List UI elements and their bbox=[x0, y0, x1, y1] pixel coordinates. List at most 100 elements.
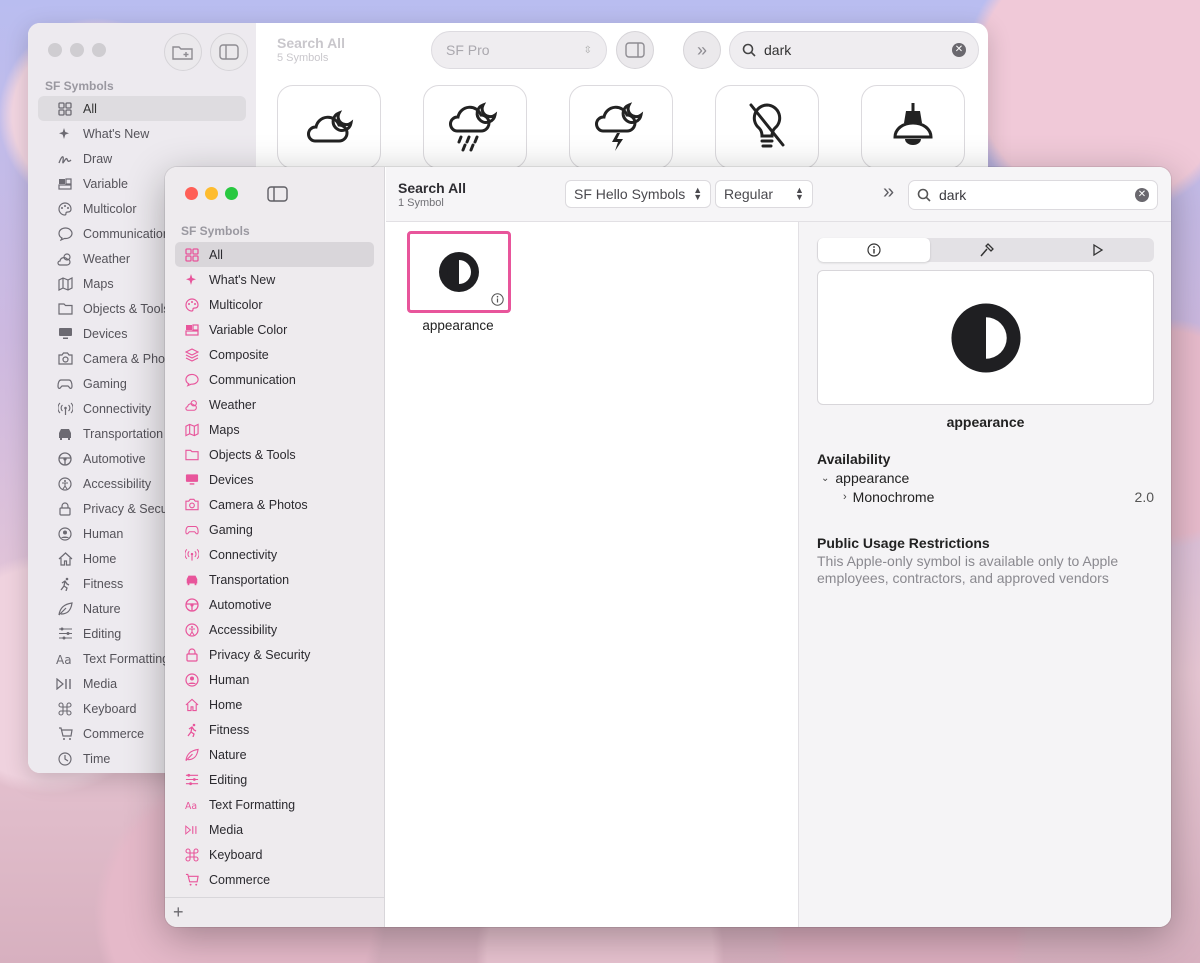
sidebar-item-objects-tools[interactable]: Objects & Tools bbox=[175, 442, 374, 467]
sidebar-item-automotive[interactable]: Automotive bbox=[175, 592, 374, 617]
lock-icon bbox=[185, 647, 199, 662]
sidebar-item-devices[interactable]: Devices bbox=[175, 467, 374, 492]
selected-symbol-tile[interactable] bbox=[407, 231, 511, 313]
tab-animation[interactable] bbox=[1042, 238, 1154, 262]
sidebar-item-what-s-new[interactable]: What's New bbox=[175, 267, 374, 292]
back-close-button[interactable] bbox=[48, 43, 62, 57]
sidebar-item-home[interactable]: Home bbox=[175, 692, 374, 717]
sidebar-item-communication[interactable]: Communication bbox=[175, 367, 374, 392]
sidebar-item-label: Devices bbox=[209, 472, 254, 487]
sidebar-item-keyboard[interactable]: Keyboard bbox=[175, 842, 374, 867]
clear-search-icon[interactable]: ✕ bbox=[1135, 188, 1149, 202]
back-inspector-toggle-button[interactable] bbox=[616, 31, 654, 69]
display-icon bbox=[185, 473, 199, 486]
tab-tools[interactable] bbox=[931, 238, 1043, 262]
font-select[interactable]: SF Hello Symbols ▲ ▼ bbox=[565, 180, 712, 208]
new-collection-button[interactable] bbox=[164, 33, 202, 71]
sidebar-item-gaming[interactable]: Gaming bbox=[175, 517, 374, 542]
back-font-select[interactable]: SF Pro ⇳ bbox=[431, 31, 607, 69]
sidebar-item-composite[interactable]: Composite bbox=[175, 342, 374, 367]
sidebar-item-label: Media bbox=[83, 676, 118, 691]
toggle-sidebar-button[interactable] bbox=[267, 186, 288, 202]
info-icon bbox=[867, 243, 881, 257]
car-icon bbox=[55, 427, 75, 440]
lamp-ceiling-icon bbox=[891, 101, 935, 153]
sidebar-item-connectivity[interactable]: Connectivity bbox=[175, 542, 374, 567]
sparkles-icon bbox=[55, 127, 75, 141]
availability-item[interactable]: ⌄ appearance bbox=[821, 470, 909, 486]
scribble-icon bbox=[55, 152, 75, 166]
search-icon bbox=[742, 43, 756, 57]
sidebar-item-label: Nature bbox=[209, 747, 247, 762]
search-field[interactable]: dark ✕ bbox=[908, 180, 1158, 210]
close-button[interactable] bbox=[185, 187, 198, 200]
sidebar-item-label: Draw bbox=[83, 151, 113, 166]
info-icon[interactable] bbox=[491, 293, 504, 306]
sidebar-item-label: Composite bbox=[209, 347, 269, 362]
back-zoom-button[interactable] bbox=[92, 43, 106, 57]
figure-run-icon bbox=[185, 723, 199, 737]
sidebar-item-maps[interactable]: Maps bbox=[175, 417, 374, 442]
sidebar-item-label: Gaming bbox=[83, 376, 127, 391]
playpause-icon bbox=[185, 824, 199, 836]
result-tile[interactable] bbox=[861, 85, 965, 169]
sidebar-item-text-formatting[interactable]: Aa Text Formatting bbox=[175, 792, 374, 817]
cloud-moon-icon bbox=[301, 107, 357, 147]
sidebar-item-label: Text Formatting bbox=[83, 651, 170, 666]
sidebar-item-human[interactable]: Human bbox=[175, 667, 374, 692]
appearance-icon bbox=[948, 300, 1024, 376]
weight-select-value: Regular bbox=[724, 186, 774, 202]
search-value: dark bbox=[939, 187, 967, 203]
sidebar-item-all[interactable]: All bbox=[175, 242, 374, 267]
gamecontroller-icon bbox=[55, 378, 75, 390]
sidebar-item-label: Communication bbox=[83, 226, 170, 241]
sidebar-item-transportation[interactable]: Transportation bbox=[175, 567, 374, 592]
paintpalette-icon bbox=[185, 297, 199, 312]
restrictions-text: This Apple-only symbol is available only… bbox=[817, 553, 1119, 586]
sidebar-item-accessibility[interactable]: Accessibility bbox=[175, 617, 374, 642]
car-icon bbox=[185, 573, 199, 586]
sidebar-item-label: Time bbox=[83, 751, 111, 766]
add-collection-button[interactable]: + bbox=[173, 903, 184, 921]
result-tile[interactable] bbox=[423, 85, 527, 169]
chevron-updown-icon: ▲ ▼ bbox=[693, 185, 703, 202]
page-subtitle: 1 Symbol bbox=[398, 197, 444, 209]
display-icon bbox=[55, 327, 75, 340]
back-sidebar-item-all[interactable]: All bbox=[38, 96, 246, 121]
sidebar-item-nature[interactable]: Nature bbox=[175, 742, 374, 767]
chevron-down-icon: ⌄ bbox=[821, 472, 830, 484]
sidebar-item-label: Multicolor bbox=[83, 201, 137, 216]
sidebar-item-editing[interactable]: Editing bbox=[175, 767, 374, 792]
zoom-button[interactable] bbox=[225, 187, 238, 200]
tab-info[interactable] bbox=[818, 238, 930, 262]
sidebar-item-camera-photos[interactable]: Camera & Photos bbox=[175, 492, 374, 517]
back-minimize-button[interactable] bbox=[70, 43, 84, 57]
cloud-moon-rain-icon bbox=[447, 101, 503, 153]
back-font-select-value: SF Pro bbox=[446, 42, 490, 58]
overflow-button[interactable]: » bbox=[883, 181, 894, 204]
sidebar-item-variable-color[interactable]: Variable Color bbox=[175, 317, 374, 342]
page-title: Search All bbox=[398, 180, 466, 196]
result-tile[interactable] bbox=[569, 85, 673, 169]
result-tile[interactable] bbox=[277, 85, 381, 169]
sidebar-item-weather[interactable]: Weather bbox=[175, 392, 374, 417]
back-sidebar-item-what-s-new[interactable]: What's New bbox=[38, 121, 246, 146]
sidebar-item-privacy-security[interactable]: Privacy & Security bbox=[175, 642, 374, 667]
back-toggle-sidebar-button[interactable] bbox=[210, 33, 248, 71]
lightbulb-slash-icon bbox=[745, 101, 789, 153]
back-search-field[interactable]: dark ✕ bbox=[729, 31, 979, 69]
clear-search-icon[interactable]: ✕ bbox=[952, 43, 966, 57]
back-overflow-button[interactable]: » bbox=[683, 31, 721, 69]
availability-subitem[interactable]: › Monochrome bbox=[843, 489, 934, 505]
symbol-preview bbox=[817, 270, 1154, 405]
minimize-button[interactable] bbox=[205, 187, 218, 200]
sidebar-item-commerce[interactable]: Commerce bbox=[175, 867, 374, 892]
sidebar-item-fitness[interactable]: Fitness bbox=[175, 717, 374, 742]
sidebar-item-multicolor[interactable]: Multicolor bbox=[175, 292, 374, 317]
result-tile[interactable] bbox=[715, 85, 819, 169]
weight-select[interactable]: Regular ▲ ▼ bbox=[715, 180, 813, 208]
sidebar-item-label: Automotive bbox=[83, 451, 146, 466]
sidebar-item-media[interactable]: Media bbox=[175, 817, 374, 842]
house-icon bbox=[185, 698, 199, 712]
sidebar-item-label: Text Formatting bbox=[209, 797, 296, 812]
